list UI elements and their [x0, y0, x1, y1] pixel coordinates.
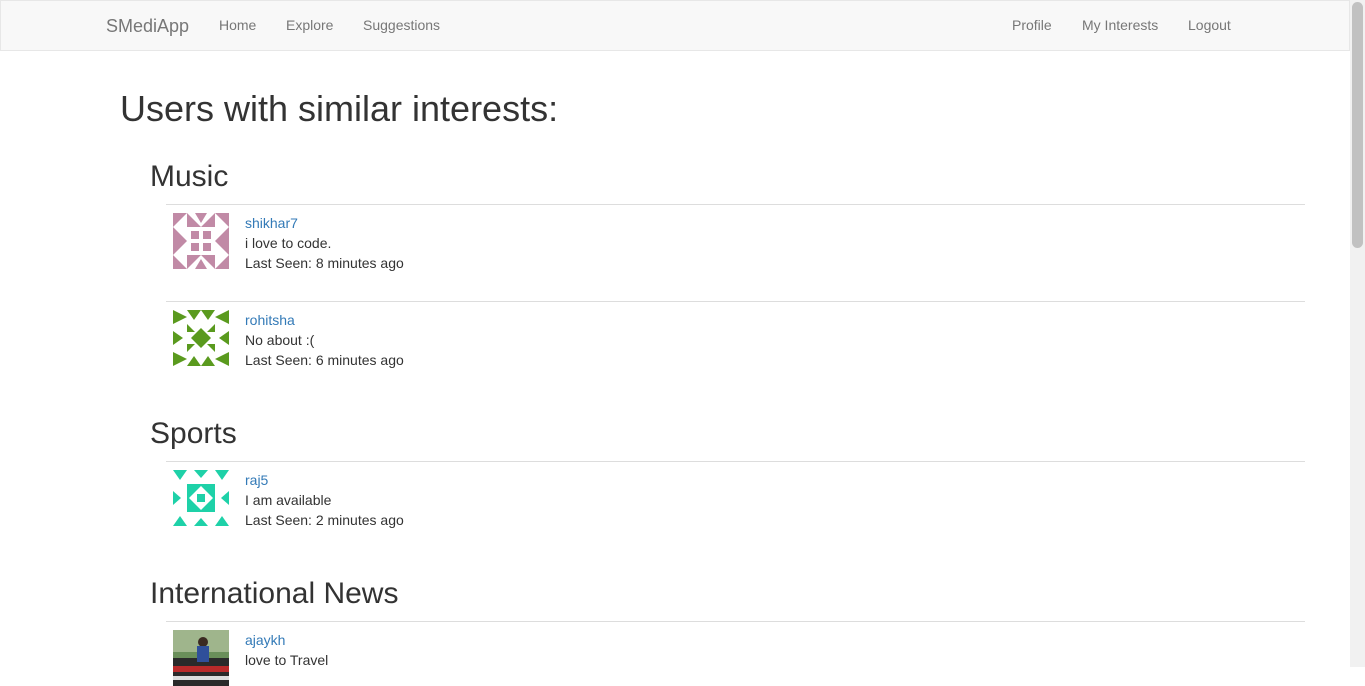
section-title-music: Music — [150, 160, 229, 193]
identicon-avatar-icon — [173, 213, 229, 269]
user-avatar-rohitsha[interactable] — [173, 310, 229, 366]
user-about: i love to code. — [245, 235, 332, 251]
identicon-avatar-icon — [173, 310, 229, 366]
nav-explore-link[interactable]: Explore — [286, 17, 333, 33]
nav-my-interests-link[interactable]: My Interests — [1082, 17, 1158, 33]
divider — [166, 461, 1305, 462]
user-name-link[interactable]: rohitsha — [245, 312, 295, 328]
nav-home-link[interactable]: Home — [219, 17, 256, 33]
user-avatar-raj5[interactable] — [173, 470, 229, 526]
user-last-seen: Last Seen: 8 minutes ago — [245, 255, 404, 271]
user-last-seen: Last Seen: 2 minutes ago — [245, 512, 404, 528]
divider — [166, 621, 1305, 622]
user-name-link[interactable]: ajaykh — [245, 632, 285, 648]
scrollbar-thumb[interactable] — [1352, 2, 1363, 248]
nav-suggestions-link[interactable]: Suggestions — [363, 17, 440, 33]
user-about: I am available — [245, 492, 332, 508]
section-title-international-news: International News — [150, 577, 399, 610]
user-name-link[interactable]: shikhar7 — [245, 215, 298, 231]
nav-logout-link[interactable]: Logout — [1188, 17, 1231, 33]
nav-profile-link[interactable]: Profile — [1012, 17, 1052, 33]
user-name-link[interactable]: raj5 — [245, 472, 268, 488]
top-navbar: SMediApp Home Explore Suggestions Profil… — [0, 0, 1350, 51]
user-last-seen: Last Seen: 6 minutes ago — [245, 352, 404, 368]
user-avatar-shikhar7[interactable] — [173, 213, 229, 269]
photo-avatar-icon — [173, 630, 229, 686]
user-avatar-ajaykh[interactable] — [173, 630, 229, 686]
divider — [166, 204, 1305, 205]
identicon-avatar-icon — [173, 470, 229, 526]
user-about: love to Travel — [245, 652, 329, 668]
divider — [166, 301, 1305, 302]
brand-link[interactable]: SMediApp — [106, 16, 189, 37]
section-title-sports: Sports — [150, 417, 237, 450]
user-about: No about :( — [245, 332, 315, 348]
page-scrollbar[interactable] — [1350, 0, 1365, 667]
page-title: Users with similar interests: — [120, 88, 559, 129]
